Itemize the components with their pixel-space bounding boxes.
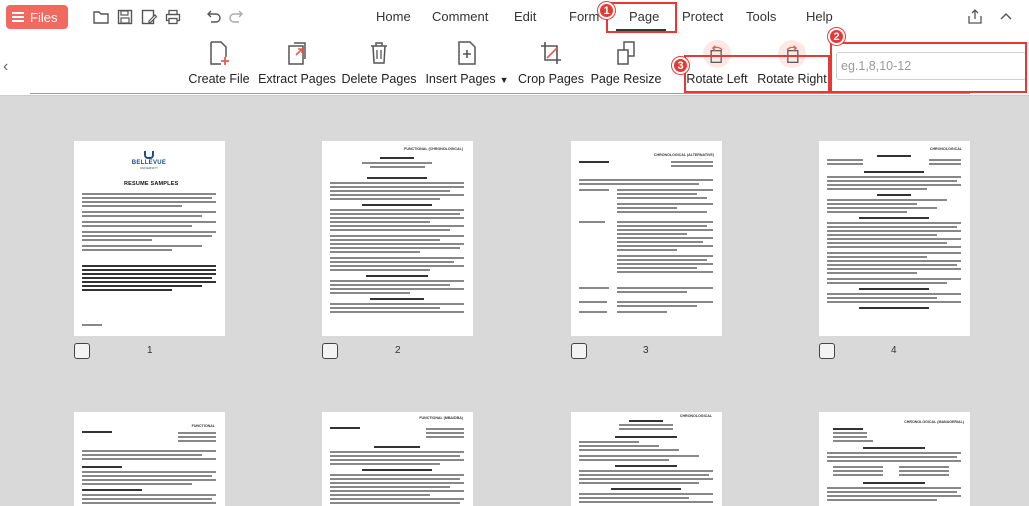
ribbon-divider — [30, 93, 970, 94]
menu-edit[interactable]: Edit — [514, 9, 536, 24]
insert-pages-dropdown-icon[interactable]: ▼ — [500, 75, 509, 85]
create-file-button[interactable]: Create File — [188, 40, 250, 92]
create-file-icon — [210, 41, 229, 65]
menu-protect[interactable]: Protect — [682, 9, 723, 24]
save-as-icon[interactable] — [140, 8, 158, 26]
menu-tools[interactable]: Tools — [746, 9, 776, 24]
page-thumbnail-4[interactable]: CHRONOLOGICAL — [819, 141, 970, 336]
hamburger-icon — [12, 12, 24, 22]
menu-help[interactable]: Help — [806, 9, 833, 24]
page-resize-label: Page Resize — [590, 72, 662, 86]
page-thumbnail-7[interactable]: CHRONOLOGICAL — [571, 412, 722, 506]
resume-samples-title: RESUME SAMPLES — [124, 181, 179, 187]
collapse-chevron-icon[interactable] — [999, 8, 1013, 26]
insert-pages-button[interactable]: Insert Pages ▼ — [425, 40, 509, 92]
page-thumbnail-2[interactable]: FUNCTIONAL (CHRONOLOGICAL) — [322, 141, 473, 336]
undo-icon[interactable] — [204, 8, 222, 26]
page-resize-icon — [617, 41, 635, 65]
highlight-rotate-buttons — [684, 55, 830, 93]
extract-pages-icon — [288, 42, 306, 65]
annotation-badge-1: 1 — [598, 2, 615, 19]
delete-pages-button[interactable]: Delete Pages — [341, 40, 417, 92]
page-number-1: 1 — [147, 345, 153, 356]
annotation-badge-2: 2 — [828, 28, 845, 45]
page-number-4: 4 — [891, 345, 897, 356]
page-thumbnail-1[interactable]: BELLEVUE UNIVERSITY RESUME SAMPLES — [74, 141, 225, 336]
crop-pages-button[interactable]: Crop Pages — [518, 40, 584, 92]
share-icon[interactable] — [966, 8, 984, 26]
bellevue-logo: BELLEVUE UNIVERSITY — [126, 151, 172, 170]
page-resize-button[interactable]: Page Resize — [590, 40, 662, 92]
page-select-checkbox-4[interactable] — [819, 343, 835, 359]
crop-pages-label: Crop Pages — [518, 72, 585, 86]
page-number-2: 2 — [395, 345, 401, 356]
page-select-checkbox-3[interactable] — [571, 343, 587, 359]
ribbon-scroll-left-icon[interactable]: ‹ — [3, 58, 8, 76]
delete-pages-label: Delete Pages — [341, 72, 417, 86]
annotation-badge-3: 3 — [672, 57, 689, 74]
files-label: Files — [30, 9, 58, 25]
highlight-page-tab — [606, 2, 677, 33]
page-number-3: 3 — [643, 345, 649, 356]
page-thumbnail-3[interactable]: CHRONOLOGICAL (ALTERNATIVE) — [571, 141, 722, 336]
page-thumbnail-6[interactable]: FUNCTIONAL (MBA/DBA) — [322, 412, 473, 506]
files-button[interactable]: Files — [6, 5, 68, 29]
extract-pages-label: Extract Pages — [258, 72, 336, 86]
redo-icon[interactable] — [228, 8, 246, 26]
menu-form[interactable]: Form — [569, 9, 599, 24]
highlight-page-range — [830, 42, 1027, 93]
menu-comment[interactable]: Comment — [432, 9, 488, 24]
insert-pages-icon — [458, 41, 476, 65]
page-thumbnail-5[interactable]: FUNCTIONAL — [74, 412, 225, 506]
extract-pages-button[interactable]: Extract Pages — [258, 40, 336, 92]
trash-icon — [371, 42, 387, 64]
print-icon[interactable] — [164, 8, 182, 26]
open-folder-icon[interactable] — [92, 8, 110, 26]
menu-bar: Files Home Comment Edit Form Page Protec… — [0, 0, 1029, 34]
crop-icon — [541, 42, 561, 64]
page-select-checkbox-2[interactable] — [322, 343, 338, 359]
insert-pages-label: Insert Pages ▼ — [425, 72, 509, 86]
page-thumbnail-8[interactable]: CHRONOLOGICAL (MANAGERIAL) — [819, 412, 970, 506]
page-select-checkbox-1[interactable] — [74, 343, 90, 359]
save-icon[interactable] — [116, 8, 134, 26]
create-file-label: Create File — [188, 72, 250, 86]
menu-home[interactable]: Home — [376, 9, 411, 24]
